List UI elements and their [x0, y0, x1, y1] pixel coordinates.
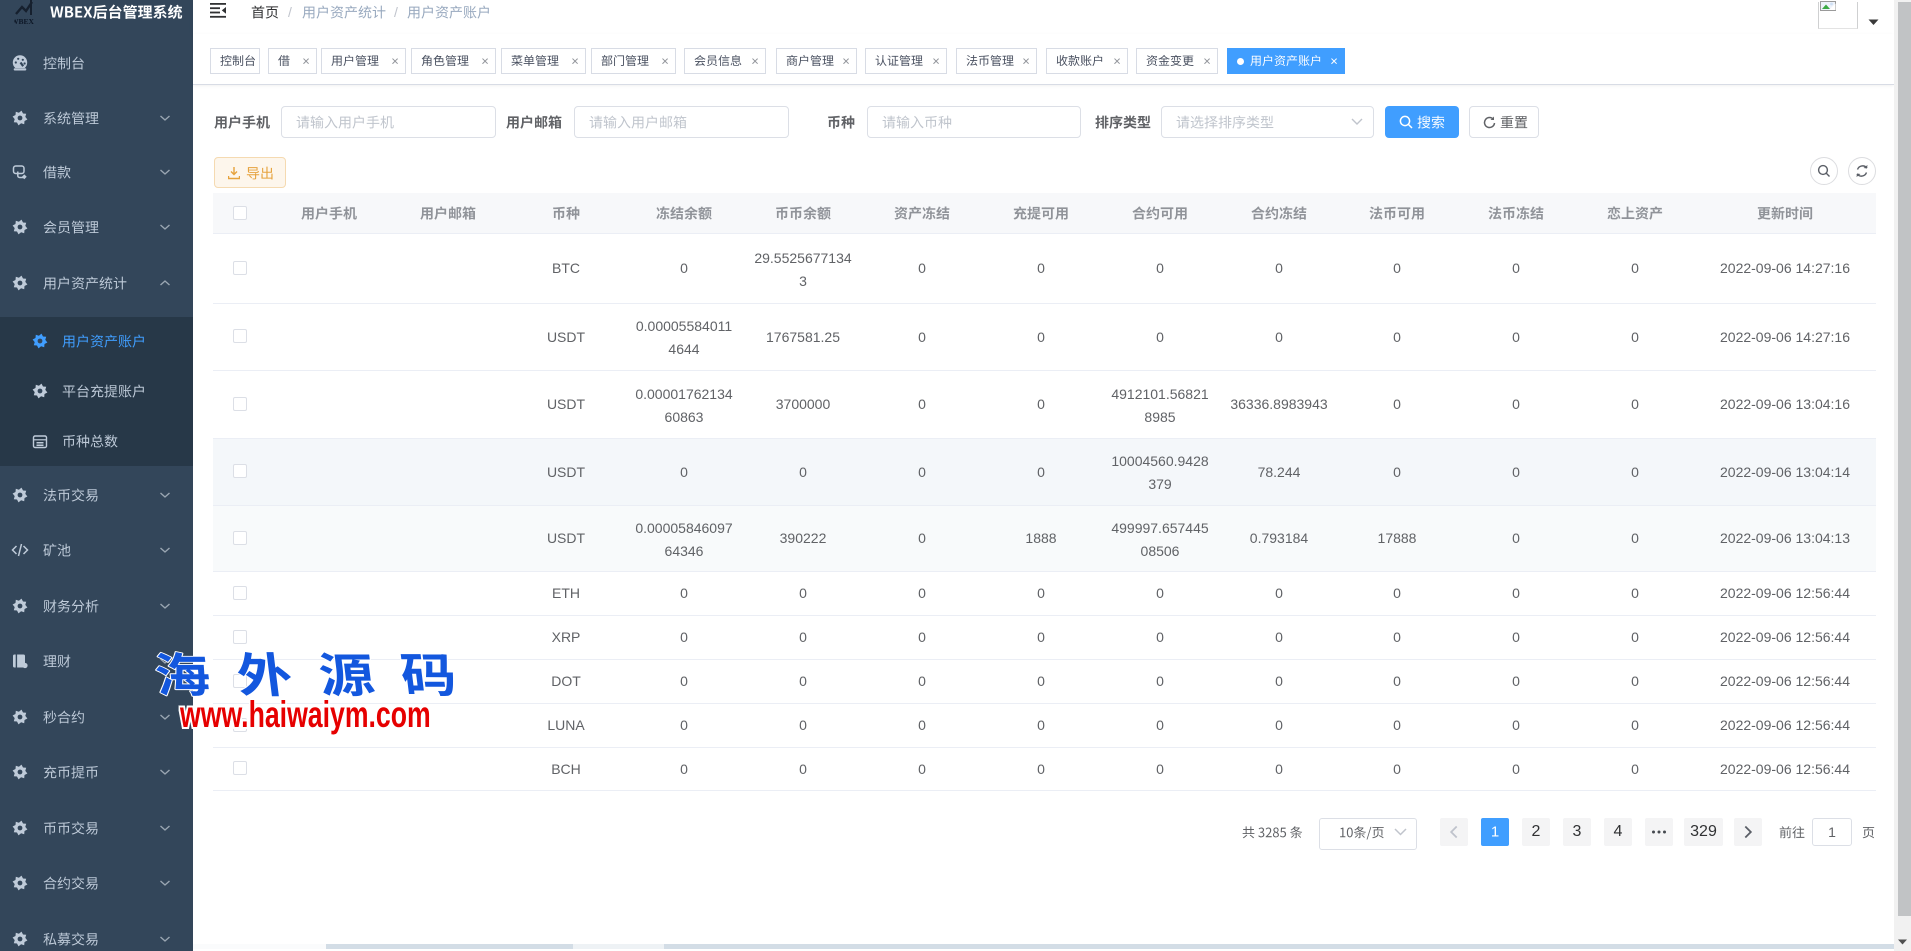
svg-text:WBEX: WBEX [14, 17, 35, 26]
